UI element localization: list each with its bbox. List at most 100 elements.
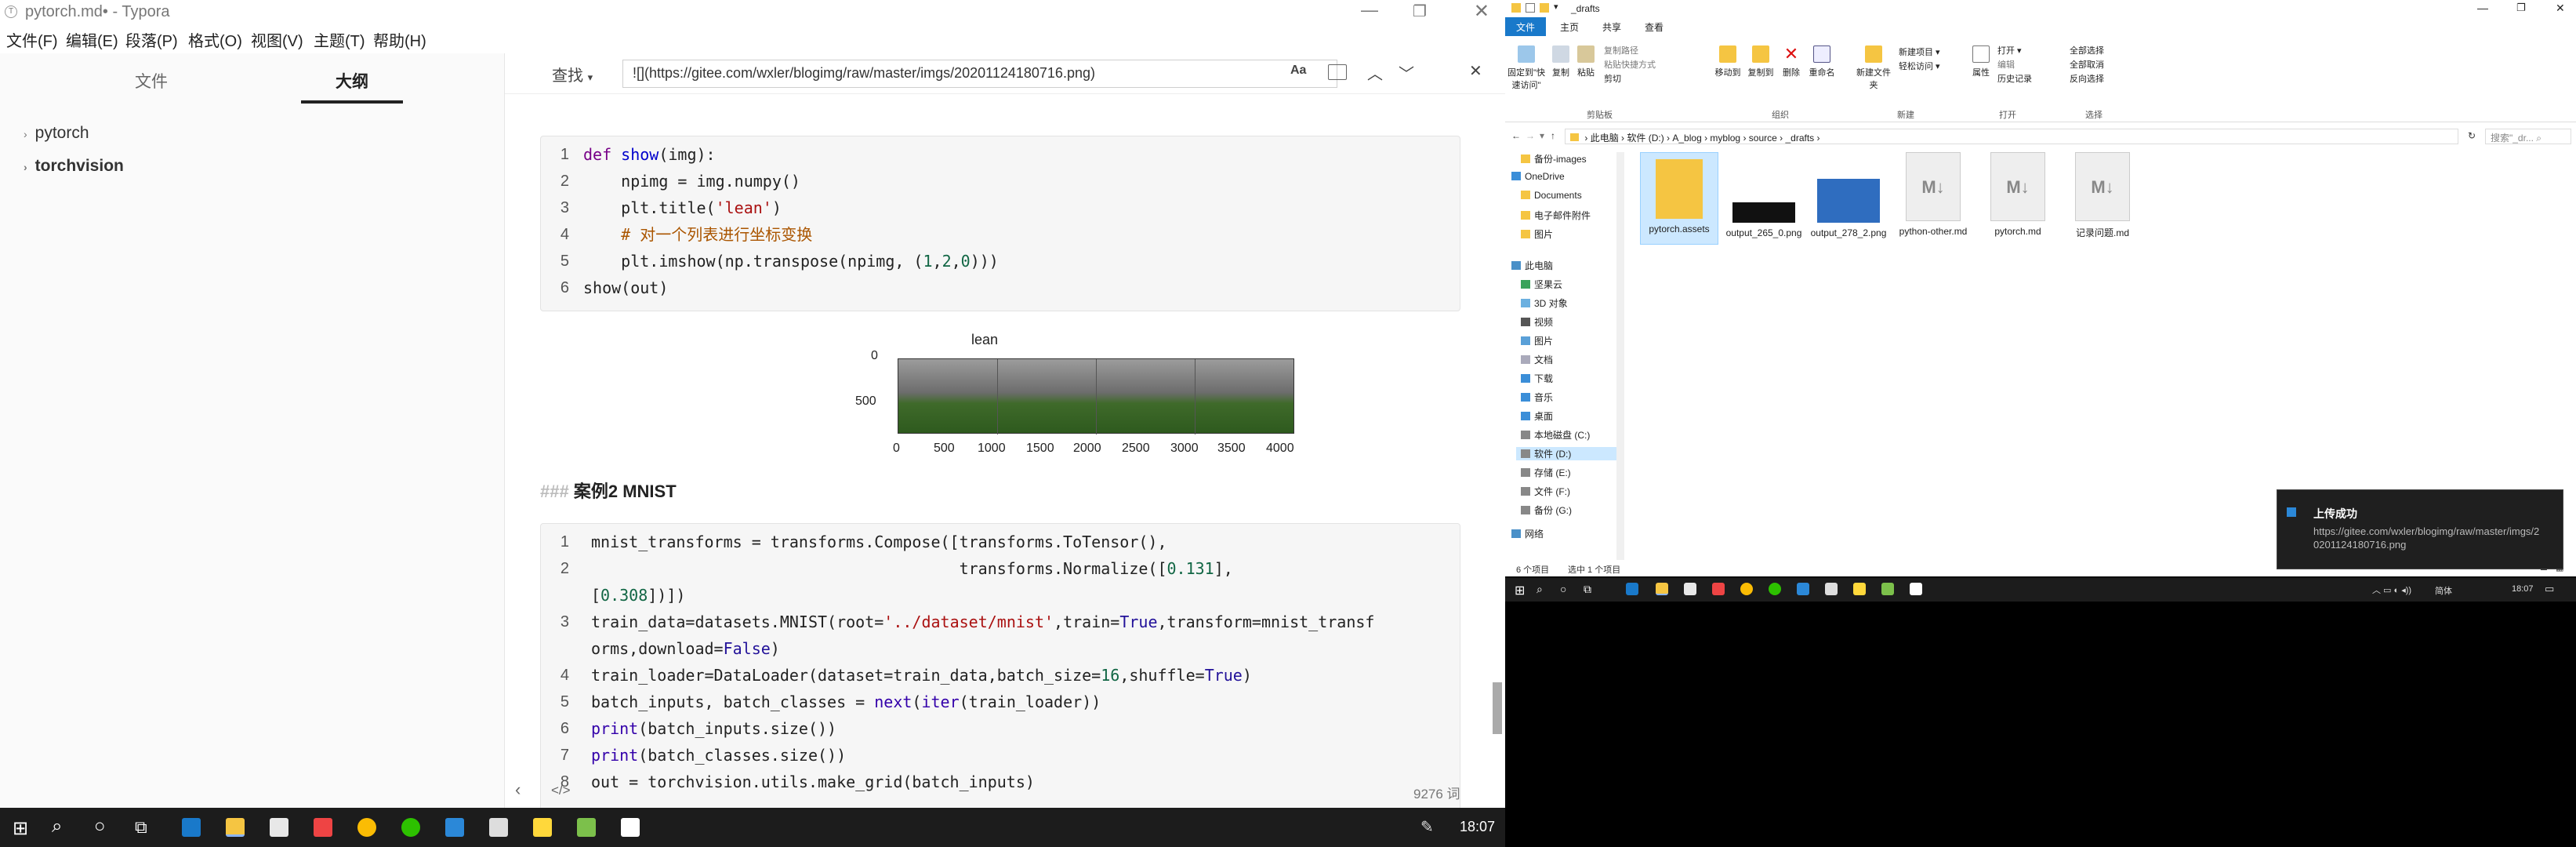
nav-item-jianguoyun[interactable]: 坚果云: [1521, 278, 1562, 291]
menu-view[interactable]: 视图(V): [251, 28, 303, 51]
tab-view[interactable]: 查看: [1645, 20, 1664, 34]
app-icon[interactable]: [1853, 583, 1866, 595]
pen-icon[interactable]: ✎: [1420, 817, 1434, 837]
minimize-button[interactable]: —: [2477, 2, 2488, 14]
menu-file[interactable]: 文件(F): [6, 28, 58, 51]
cut-button[interactable]: 剪切: [1604, 72, 1621, 85]
start-icon[interactable]: ⊞: [13, 817, 28, 840]
maximize-button[interactable]: ❐: [2516, 2, 2526, 14]
history-button[interactable]: 历史记录: [1997, 72, 2032, 85]
app-icon[interactable]: [1712, 583, 1725, 595]
app-icon[interactable]: [1825, 583, 1838, 595]
nav-item-email-attachments[interactable]: 电子邮件附件: [1521, 209, 1591, 222]
notification-center-icon[interactable]: ▭: [2545, 583, 2554, 595]
file-item-pytorch-md[interactable]: M↓ pytorch.md: [1979, 152, 2057, 237]
menu-format[interactable]: 格式(O): [188, 28, 242, 51]
pin-quick-access-button[interactable]: 固定到"快速访问": [1507, 45, 1546, 91]
forward-arrow-icon[interactable]: →: [1526, 130, 1535, 141]
nav-item-this-pc[interactable]: 此电脑: [1511, 259, 1553, 272]
app-icon[interactable]: [533, 818, 552, 837]
code-block-mnist[interactable]: 1 2 3 4 5 6 7 8 mnist_transforms = trans…: [540, 523, 1460, 808]
address-bar[interactable]: › 此电脑 › 软件 (D:) › A_blog › myblog › sour…: [1565, 129, 2458, 144]
tab-file[interactable]: 文件: [1505, 17, 1547, 36]
refresh-icon[interactable]: ↻: [2468, 130, 2476, 141]
whole-word-icon[interactable]: [1328, 64, 1347, 80]
properties-icon[interactable]: [1526, 3, 1535, 13]
app-icon[interactable]: [1881, 583, 1894, 595]
close-button[interactable]: ✕: [2556, 2, 2565, 15]
edge-icon[interactable]: [182, 818, 201, 837]
paste-shortcut-button[interactable]: 粘贴快捷方式: [1604, 58, 1656, 71]
file-item-output-278[interactable]: output_278_2.png: [1809, 152, 1888, 238]
nav-item-docs[interactable]: 文档: [1521, 353, 1553, 366]
invert-selection-button[interactable]: 反向选择: [2070, 72, 2104, 85]
up-arrow-icon[interactable]: ↑: [1551, 130, 1555, 141]
typora-icon[interactable]: [621, 818, 640, 837]
file-item-pytorch-assets[interactable]: pytorch.assets: [1640, 152, 1718, 245]
search-input[interactable]: 搜索"_dr... ⌕: [2485, 129, 2571, 144]
tab-outline[interactable]: 大纲: [301, 69, 403, 104]
menu-theme[interactable]: 主题(T): [314, 28, 365, 51]
copy-button[interactable]: 复制: [1549, 45, 1573, 78]
back-arrow-icon[interactable]: ←: [1511, 130, 1521, 141]
new-item-button[interactable]: 新建项目 ▾: [1899, 45, 1940, 58]
delete-button[interactable]: ✕ 删除: [1780, 45, 1803, 78]
easy-access-button[interactable]: 轻松访问 ▾: [1899, 60, 1940, 72]
edit-button[interactable]: 编辑: [1997, 58, 2015, 71]
menu-paragraph[interactable]: 段落(P): [125, 28, 178, 51]
nav-item-backup-images[interactable]: 备份-images: [1521, 152, 1587, 165]
file-item-output-265[interactable]: output_265_0.png: [1725, 152, 1803, 238]
properties-button[interactable]: 属性: [1969, 45, 1993, 78]
app-icon[interactable]: [489, 818, 508, 837]
search-icon[interactable]: ⌕: [1537, 583, 1543, 596]
task-view-icon[interactable]: ⧉: [1584, 583, 1591, 596]
app-icon[interactable]: [577, 818, 596, 837]
start-icon[interactable]: ⊞: [1515, 583, 1525, 598]
nav-item-desktop[interactable]: 桌面: [1521, 409, 1553, 423]
cortana-icon[interactable]: ○: [1560, 583, 1566, 595]
nav-item-downloads[interactable]: 下载: [1521, 372, 1553, 385]
nav-item-drive-g[interactable]: 备份 (G:): [1521, 503, 1572, 517]
nav-item-drive-c[interactable]: 本地磁盘 (C:): [1521, 428, 1590, 442]
store-icon[interactable]: [270, 818, 288, 837]
tab-home[interactable]: 主页: [1560, 20, 1579, 34]
match-case-button[interactable]: Aa: [1290, 64, 1306, 78]
rename-button[interactable]: 重命名: [1806, 45, 1838, 78]
minimize-button[interactable]: —: [1361, 0, 1378, 20]
move-to-button[interactable]: 移动到: [1712, 45, 1743, 78]
nav-item-onedrive[interactable]: OneDrive: [1511, 171, 1565, 182]
task-view-icon[interactable]: ⧉: [135, 817, 147, 838]
copy-to-button[interactable]: 复制到: [1745, 45, 1776, 78]
file-explorer-icon[interactable]: [226, 818, 245, 837]
copy-path-button[interactable]: 复制路径: [1604, 44, 1638, 56]
editor[interactable]: 1 2 3 4 5 6 def show(img): npimg = img.n…: [506, 95, 1470, 808]
nav-item-pc-pictures[interactable]: 图片: [1521, 334, 1553, 347]
outline-item-torchvision[interactable]: › torchvision: [24, 157, 124, 176]
wechat-icon[interactable]: [1769, 583, 1781, 595]
app-icon[interactable]: [314, 818, 332, 837]
new-folder-icon[interactable]: [1540, 3, 1549, 13]
nav-item-documents[interactable]: Documents: [1521, 190, 1582, 201]
code-block-show[interactable]: 1 2 3 4 5 6 def show(img): npimg = img.n…: [540, 136, 1460, 311]
menu-help[interactable]: 帮助(H): [373, 28, 426, 51]
heading-mnist[interactable]: ### 案例2 MNIST: [540, 478, 677, 503]
edge-icon[interactable]: [1626, 583, 1638, 595]
select-all-button[interactable]: 全部选择: [2070, 44, 2104, 56]
find-prev-button[interactable]: ︿: [1367, 61, 1383, 84]
ime-indicator[interactable]: 简体: [2435, 584, 2452, 597]
find-next-button[interactable]: ﹀: [1399, 61, 1414, 84]
menu-edit[interactable]: 编辑(E): [66, 28, 118, 51]
paste-button[interactable]: 粘贴: [1574, 45, 1598, 78]
file-explorer-icon[interactable]: [1656, 583, 1668, 595]
nav-item-drive-f[interactable]: 文件 (F:): [1521, 485, 1570, 498]
tray-icons[interactable]: ︿ ▭ ◐ ◂)): [2372, 583, 2411, 596]
chrome-icon[interactable]: [357, 818, 376, 837]
chrome-icon[interactable]: [1740, 583, 1753, 595]
app-icon[interactable]: [445, 818, 464, 837]
open-button[interactable]: 打开 ▾: [1997, 44, 2022, 56]
qat-dropdown-icon[interactable]: ▾: [1554, 2, 1558, 12]
nav-item-videos[interactable]: 视频: [1521, 315, 1553, 329]
wechat-icon[interactable]: [401, 818, 420, 837]
recent-dropdown-icon[interactable]: ▾: [1540, 130, 1544, 141]
nav-item-pictures[interactable]: 图片: [1521, 227, 1553, 241]
